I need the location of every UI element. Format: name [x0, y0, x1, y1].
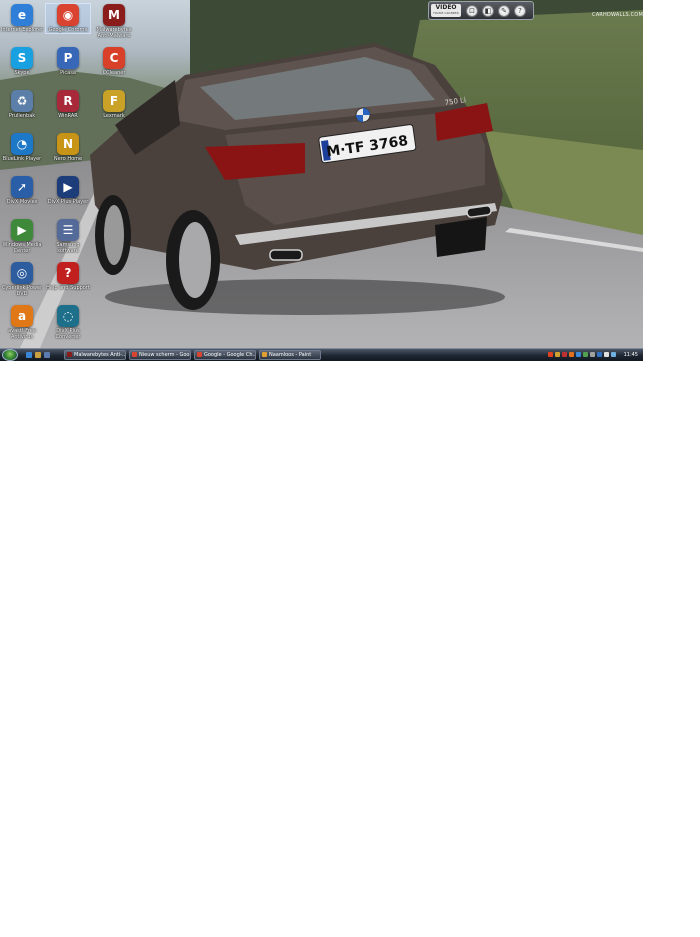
desktop-icon-label: Picasa	[60, 70, 76, 76]
desktop-icon-image: M	[103, 4, 125, 26]
desktop-icon-image: ◌	[57, 305, 79, 327]
tray-icon[interactable]	[555, 352, 560, 357]
desktop-icon[interactable]: P Picasa	[46, 47, 90, 76]
desktop-icon-label: Help and Support	[46, 285, 90, 291]
desktop-icon-image: ☰	[57, 219, 79, 241]
help-icon[interactable]: ?	[514, 5, 526, 17]
taskbar-app-icon	[197, 352, 202, 357]
desktop-icon-label: DivX Plus Converter	[55, 328, 81, 340]
taskbar-button[interactable]: Malwarebytes Anti-...	[64, 350, 126, 360]
taskbar-button[interactable]: Naamloos - Paint	[259, 350, 321, 360]
video-logo: VIDEO FRAME GRABBER	[431, 4, 461, 17]
desktop-icon-image: ◎	[11, 262, 33, 284]
desktop-icon-image: F	[103, 90, 125, 112]
taskbar-button[interactable]: Nieuw scherm - Goo...	[129, 350, 191, 360]
desktop-icon[interactable]: e Internet Explorer	[0, 4, 44, 33]
car-wallpaper-image: M·TF 3768 750 Li	[90, 43, 505, 315]
desktop-icon-label: avast! Free Antivirus	[8, 328, 36, 340]
tray-icon[interactable]	[548, 352, 553, 357]
tray-icon[interactable]	[604, 352, 609, 357]
desktop-icon[interactable]: ◌ DivX Plus Converter	[46, 305, 90, 340]
taskbar-app-icon	[67, 352, 72, 357]
desktop-icon-label: Nero Home	[53, 156, 83, 162]
desktop-icon[interactable]: S Skype	[0, 47, 44, 76]
desktop-icon[interactable]: ◎ Cyberlink Power DVD	[0, 262, 44, 297]
tray-icon[interactable]	[583, 352, 588, 357]
desktop-icon-image: ◉	[57, 4, 79, 26]
start-button[interactable]	[2, 349, 18, 361]
desktop-icon-image: ➚	[11, 176, 33, 198]
tray-icon[interactable]	[597, 352, 602, 357]
desktop-icon[interactable]: ▶ DivX Plus Player	[46, 176, 90, 205]
tray-icon[interactable]	[569, 352, 574, 357]
taskbar-button-label: Nieuw scherm - Goo...	[139, 352, 191, 358]
taskbar-button-label: Naamloos - Paint	[269, 352, 312, 358]
switch-windows-icon[interactable]	[44, 352, 50, 358]
desktop-icon[interactable]: C CCleaner	[92, 47, 136, 76]
desktop-icon-image: N	[57, 133, 79, 155]
desktop-icon-image: ?	[57, 262, 79, 284]
tray-icon[interactable]	[611, 352, 616, 357]
desktop-icon[interactable]: ◉ Google Chrome	[45, 3, 91, 34]
tray-icon[interactable]	[562, 352, 567, 357]
tray-icon[interactable]	[590, 352, 595, 357]
desktop-icon[interactable]: ☰ Samsung software	[46, 219, 90, 254]
desktop-icon-label: Google Chrome	[48, 27, 88, 33]
taskbar-app-icon	[132, 352, 137, 357]
desktop-icon-label: DivX Plus Player	[47, 199, 89, 205]
video-logo-text: VIDEO	[435, 4, 457, 11]
record-icon[interactable]: ◧	[482, 5, 494, 17]
desktop-icon-image: P	[57, 47, 79, 69]
desktop-icon-image: a	[11, 305, 33, 327]
taskbar-button[interactable]: Google - Google Ch...	[194, 350, 256, 360]
show-desktop-icon[interactable]	[35, 352, 41, 358]
ie-quicklaunch-icon[interactable]	[26, 352, 32, 358]
desktop-icon[interactable]: ➚ DivX Movies	[0, 176, 44, 205]
taskbar[interactable]: Malwarebytes Anti-... Nieuw scherm - Goo.…	[0, 348, 643, 361]
taskbar-button-label: Malwarebytes Anti-...	[74, 352, 126, 358]
camera-icon[interactable]: ⊡	[466, 5, 478, 17]
desktop-icon[interactable]: N Nero Home	[46, 133, 90, 162]
desktop-icon-label: Samsung software	[56, 242, 80, 254]
taskbar-button-label: Google - Google Ch...	[204, 352, 256, 358]
desktop-icon-label: Internet Explorer	[0, 27, 44, 33]
desktop-icon[interactable]: R WinRAR	[46, 90, 90, 119]
desktop-icon-label: Malwarebytes Anti-Malware	[96, 27, 132, 39]
desktop-icon-image: ◔	[11, 133, 33, 155]
desktop-icon-label: Cyberlink Power DVD	[1, 285, 43, 297]
desktop-icon-image: ♻	[11, 90, 33, 112]
desktop-icon-image: ▶	[11, 219, 33, 241]
taskbar-app-icon	[262, 352, 267, 357]
clock[interactable]: 11:45	[624, 350, 638, 360]
desktop-icon-label: WinRAR	[58, 113, 78, 119]
desktop-icon-image: ▶	[57, 176, 79, 198]
desktop-icon[interactable]: F Lexmark	[92, 90, 136, 119]
desktop-icon-label: DivX Movies	[6, 199, 38, 205]
desktop-icon-image: C	[103, 47, 125, 69]
desktop-icon[interactable]: ♻ Prullenbak	[0, 90, 44, 119]
tray-icon[interactable]	[576, 352, 581, 357]
desktop-icon-label: Prullenbak	[8, 113, 36, 119]
video-logo-subtext: FRAME GRABBER	[433, 11, 459, 15]
desktop-icon-image: e	[11, 4, 33, 26]
desktop-icon-label: Skype	[14, 70, 30, 76]
desktop-icon[interactable]: ▶ Windows Media Center	[0, 219, 44, 254]
wallpaper-watermark: CARHDWALLS.COM	[592, 12, 643, 18]
settings-icon[interactable]: ✎	[498, 5, 510, 17]
desktop-icon[interactable]: a avast! Free Antivirus	[0, 305, 44, 340]
desktop-icon-label: Lexmark	[103, 113, 125, 119]
desktop-icon-label: BlueLink Player	[2, 156, 42, 162]
video-frame-grabber-widget[interactable]: VIDEO FRAME GRABBER ⊡ ◧ ✎ ?	[428, 1, 534, 20]
desktop-icon-image: R	[57, 90, 79, 112]
desktop-icon-label: CCleaner	[102, 70, 126, 76]
desktop-icon[interactable]: ◔ BlueLink Player	[0, 133, 44, 162]
desktop-icon[interactable]: M Malwarebytes Anti-Malware	[92, 4, 136, 39]
desktop-icon-image: S	[11, 47, 33, 69]
system-tray: 11:45	[546, 350, 641, 360]
desktop[interactable]: M·TF 3768 750 Li e Internet Explorer ◉ Goog…	[0, 0, 643, 361]
desktop-icon-label: Windows Media Center	[2, 242, 42, 254]
desktop-icon[interactable]: ? Help and Support	[46, 262, 90, 291]
